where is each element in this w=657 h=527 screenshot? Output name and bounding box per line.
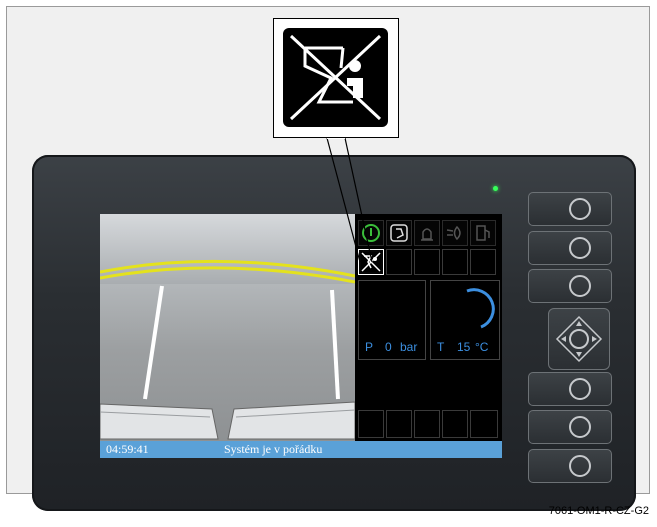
callout-magnifier xyxy=(273,18,399,138)
figure-code: 7061-OM1-R-CZ-G2 xyxy=(548,505,649,517)
driver-absent-crossed-icon xyxy=(283,28,388,127)
